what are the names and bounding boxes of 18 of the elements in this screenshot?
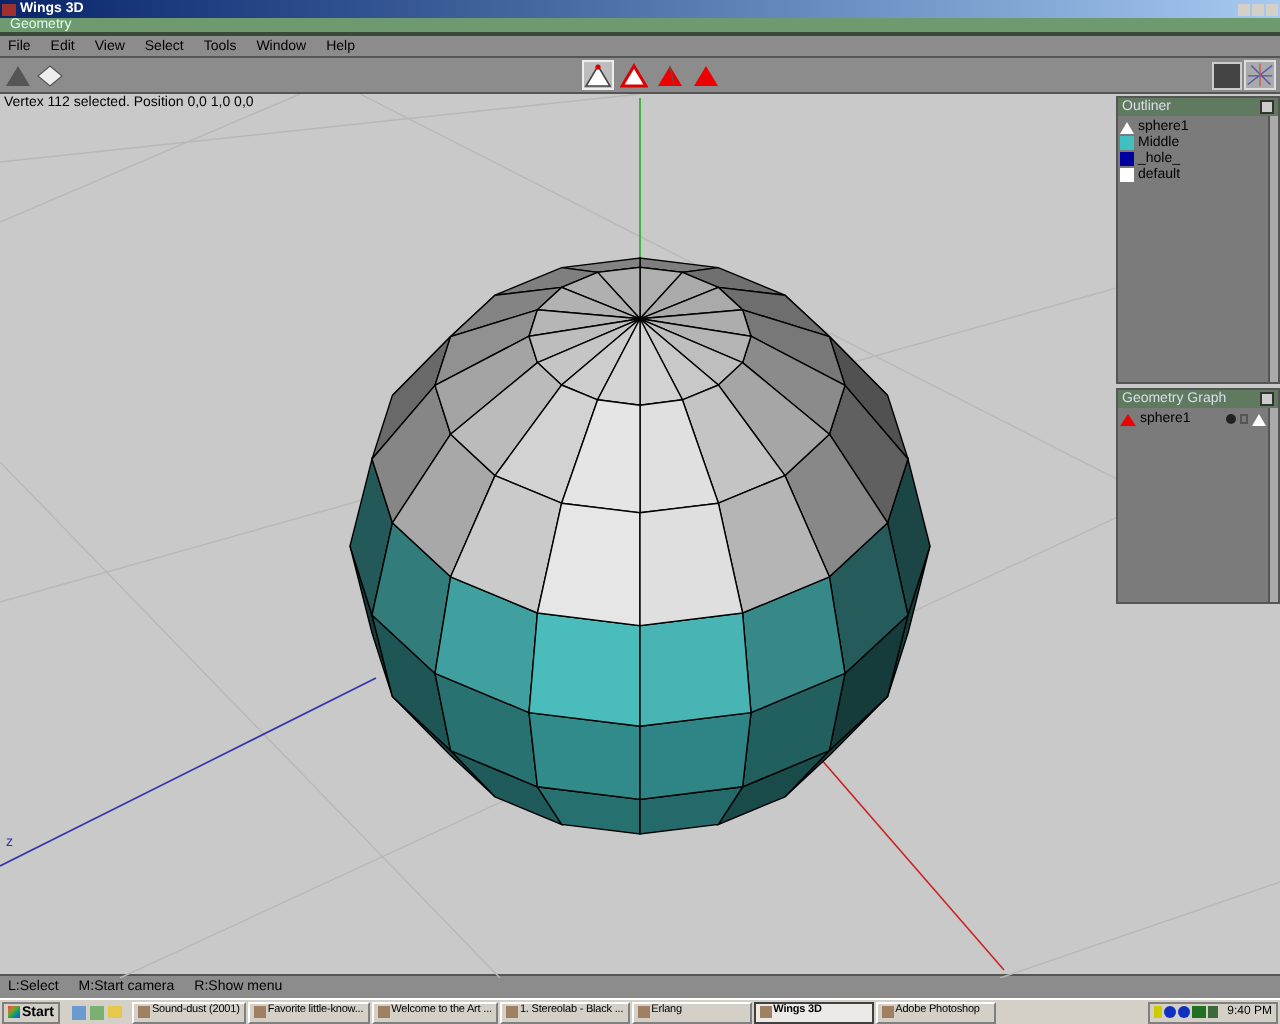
eye-icon[interactable]: [1226, 414, 1236, 424]
scrollbar[interactable]: [1268, 116, 1278, 382]
app-icon: [881, 1006, 894, 1018]
app-icon: [253, 1006, 266, 1018]
object-icon: [1120, 121, 1134, 133]
shading-icon[interactable]: [1212, 61, 1242, 89]
app-icon: [2, 3, 16, 15]
object-icon[interactable]: [1252, 413, 1266, 425]
app-icon: [137, 1006, 150, 1018]
axes-icon[interactable]: [1244, 60, 1276, 90]
app-icon: [505, 1006, 518, 1018]
app-icon: [637, 1006, 650, 1018]
app-icon: [377, 1006, 390, 1018]
scrollbar[interactable]: [1268, 408, 1278, 602]
wireframe-icon[interactable]: [36, 63, 64, 87]
app-icon: [759, 1006, 772, 1018]
selection-mode-button[interactable]: [618, 60, 650, 90]
object-icon: [1120, 413, 1136, 425]
